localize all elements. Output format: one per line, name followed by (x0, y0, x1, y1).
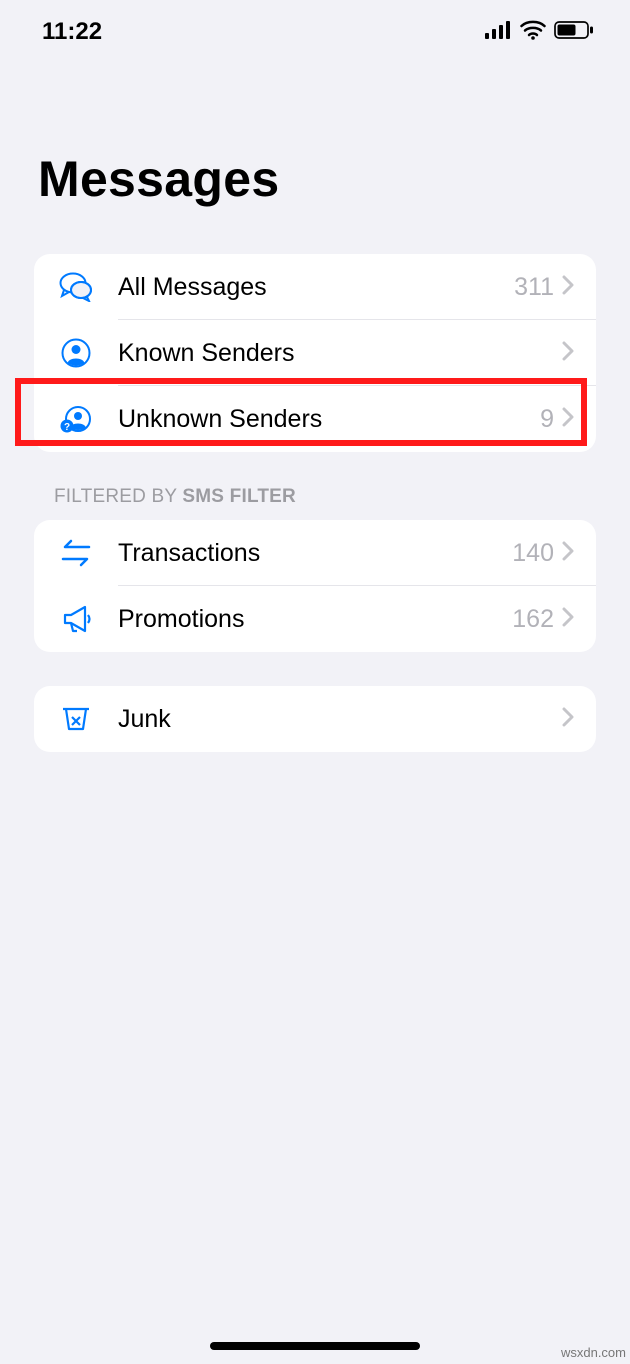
chevron-right-icon (562, 341, 576, 366)
row-label: All Messages (118, 273, 514, 302)
row-count: 162 (512, 605, 554, 634)
cellular-signal-icon (485, 21, 512, 44)
home-indicator[interactable] (210, 1342, 420, 1350)
row-label: Unknown Senders (118, 405, 540, 434)
filtered-header-bold: SMS FILTER (182, 486, 296, 507)
junk-group: Junk (34, 686, 596, 752)
row-promotions[interactable]: Promotions 162 (34, 586, 596, 652)
row-label: Transactions (118, 539, 512, 568)
row-count: 311 (514, 273, 554, 302)
status-icons (485, 20, 594, 45)
main-group: All Messages 311 Known Senders ? Unknown… (34, 254, 596, 452)
chevron-right-icon (562, 707, 576, 732)
watermark: wsxdn.com (561, 1345, 626, 1360)
row-label: Promotions (118, 605, 512, 634)
person-circle-icon (56, 338, 96, 368)
chevron-right-icon (562, 275, 576, 300)
page-title: Messages (38, 150, 630, 208)
row-label: Junk (118, 705, 554, 734)
status-time: 11:22 (42, 18, 102, 46)
row-count: 9 (540, 405, 554, 434)
megaphone-icon (56, 605, 96, 633)
row-unknown-senders[interactable]: ? Unknown Senders 9 (34, 386, 596, 452)
arrows-swap-icon (56, 539, 96, 567)
chevron-right-icon (562, 407, 576, 432)
svg-text:?: ? (64, 422, 70, 433)
row-junk[interactable]: Junk (34, 686, 596, 752)
filtered-group: Transactions 140 Promotions 162 (34, 520, 596, 652)
wifi-icon (520, 20, 546, 45)
row-all-messages[interactable]: All Messages 311 (34, 254, 596, 320)
row-transactions[interactable]: Transactions 140 (34, 520, 596, 586)
battery-icon (554, 21, 594, 44)
chevron-right-icon (562, 541, 576, 566)
filtered-header-prefix: FILTERED BY (54, 486, 182, 507)
status-bar: 11:22 (0, 0, 630, 56)
row-label: Known Senders (118, 339, 554, 368)
filtered-header: FILTERED BY SMS FILTER (54, 486, 630, 508)
row-known-senders[interactable]: Known Senders (34, 320, 596, 386)
person-question-icon: ? (56, 404, 96, 434)
junk-bin-icon (56, 706, 96, 732)
row-count: 140 (512, 539, 554, 568)
chevron-right-icon (562, 607, 576, 632)
messages-icon (56, 272, 96, 302)
